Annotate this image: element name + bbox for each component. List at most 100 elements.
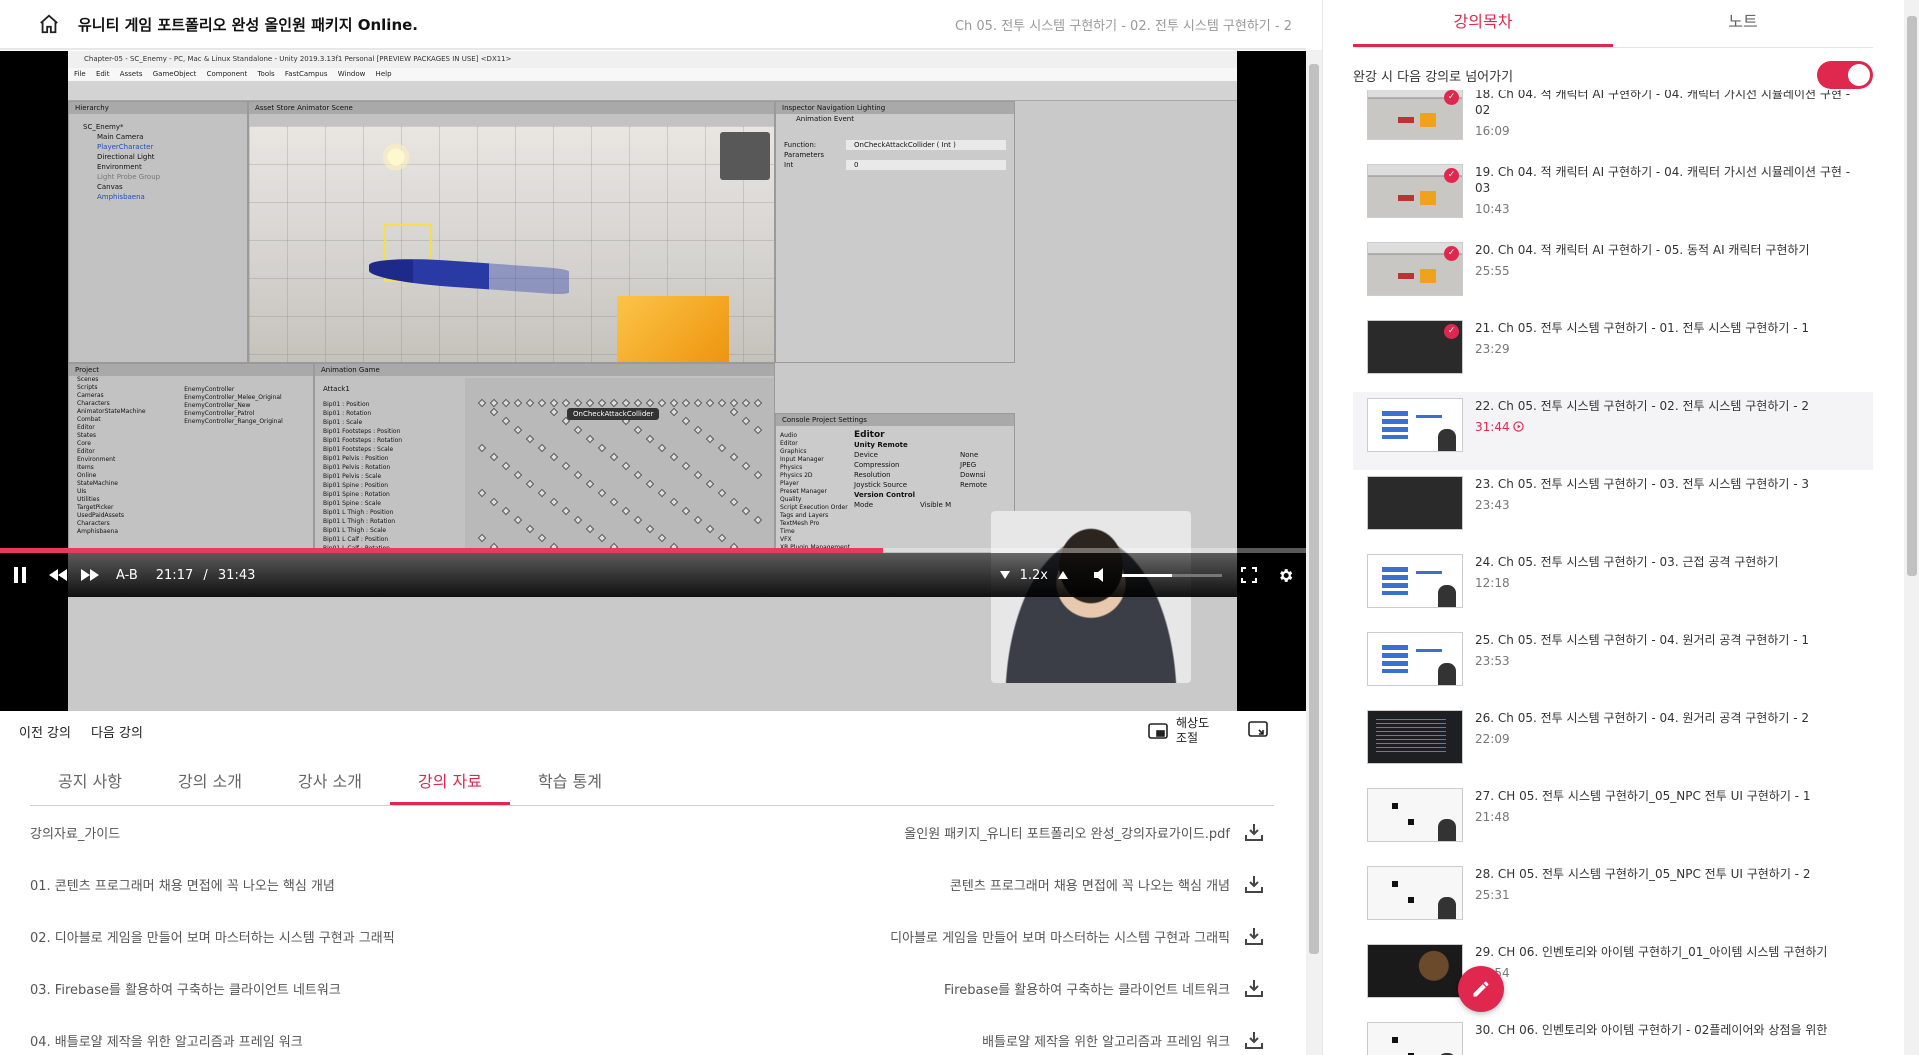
keyframe [513,398,523,408]
top-bar: 유니티 게임 포트폴리오 완성 올인원 패키지 Online. Ch 05. 전… [0,0,1306,50]
material-file-link[interactable]: 올인원 패키지_유니티 포트폴리오 완성_강의자료가이드.pdf [904,823,1230,842]
keyframe [633,515,643,525]
sidebar: 강의목차 노트 완강 시 다음 강의로 넘어가기 ✓ 18. Ch 04. 적 캐… [1322,0,1919,1055]
playback-speed: 1.2x [1019,567,1048,583]
pause-button[interactable] [10,565,30,585]
download-button[interactable] [1242,820,1266,844]
keyframe [693,470,703,480]
material-file-link[interactable]: 디아블로 게임을 만들어 보며 마스터하는 시스템 구현과 그래픽 [890,927,1230,946]
download-button[interactable] [1242,976,1266,1000]
lecture-item[interactable]: 27. CH 05. 전투 시스템 구현하기_05_NPC 전투 UI 구현하기… [1353,782,1873,860]
project-folder-list: Scenes Scripts Cameras Characters AnimatorSt… [69,376,176,536]
download-button[interactable] [1242,1028,1266,1052]
keyframe [561,398,571,408]
tab-toc[interactable]: 강의목차 [1353,0,1613,47]
lecture-item[interactable]: 28. CH 05. 전투 시스템 구현하기_05_NPC 전투 UI 구현하기… [1353,860,1873,938]
video-player[interactable]: Chapter-05 - SC_Enemy - PC, Mac & Linux … [0,51,1306,711]
settings-item: Preset Manager [780,488,827,495]
keyframe [561,506,571,516]
lecture-item[interactable]: 22. Ch 05. 전투 시스템 구현하기 - 02. 전투 시스템 구현하기… [1353,392,1873,470]
keyframe [513,425,523,435]
game-graphic [1368,945,1462,997]
tab-note[interactable]: 노트 [1613,0,1873,47]
autonext-toggle[interactable] [1817,61,1873,89]
check-icon: ✓ [1444,246,1459,261]
main-scrollbar[interactable] [1306,50,1322,1055]
lecture-item[interactable]: ✓ 19. Ch 04. 적 캐릭터 AI 구현하기 - 04. 캐릭터 가시선 … [1353,158,1873,236]
sidebar-scrollbar[interactable] [1904,0,1919,1055]
keyframe [729,452,739,462]
wide-mode-button[interactable] [1248,721,1268,741]
wide-mode-icon [1248,721,1268,737]
diagram-graphic [1408,819,1414,825]
volume-slider[interactable] [1122,573,1222,577]
download-button[interactable] [1242,924,1266,948]
lecture-item[interactable]: 23. Ch 05. 전투 시스템 구현하기 - 03. 전투 시스템 구현하기… [1353,470,1873,548]
volume-button[interactable] [1092,568,1112,582]
settings-item: Tags and Layers [780,512,829,519]
material-file-link[interactable]: 배틀로얄 제작을 위한 알고리즘과 프레임 워크 [982,1031,1230,1050]
project-folder: Online [77,472,97,479]
home-button[interactable] [34,9,64,39]
diagram-graphic [1392,803,1398,809]
settings-button[interactable] [1274,567,1296,584]
forward-button[interactable] [80,565,100,585]
unity-graphic [1398,117,1414,123]
lecture-list: ✓ 18. Ch 04. 적 캐릭터 AI 구현하기 - 04. 캐릭터 가시선 … [1353,90,1873,1055]
lecture-duration-text: 25:55 [1475,264,1510,278]
unity-menubar: File Edit Assets GameObject Component To… [68,68,1237,81]
material-row: 02. 디아블로 게임을 만들어 보며 마스터하는 시스템 구현과 그래픽 디아블… [30,910,1274,962]
prev-lecture-button[interactable]: 이전 강의 [19,722,71,741]
keyframe [525,434,535,444]
animation-track: Bip01 Spine : Rotation [323,491,390,498]
download-icon [1245,1032,1263,1049]
speed-down-button[interactable] [998,571,1012,579]
keyframe [753,515,763,525]
search-result: EnemyController_New [184,402,251,409]
editor-row-label: Device [854,451,878,459]
next-lecture-button[interactable]: 다음 강의 [91,722,143,741]
settings-item: Player [780,480,799,487]
inspector-function-value: OnCheckAttackCollider ( Int ) [846,140,1006,150]
lecture-item[interactable]: ✓ 18. Ch 04. 적 캐릭터 AI 구현하기 - 04. 캐릭터 가시선 … [1353,90,1873,158]
lecture-item[interactable]: 30. CH 06. 인벤토리와 아이템 구현하기 - 02플레이어와 상점을 … [1353,1016,1873,1055]
rewind-button[interactable] [48,565,68,585]
ab-repeat-button[interactable]: A-B [116,568,138,583]
slide-graphic [1382,567,1408,595]
lecture-item[interactable]: 26. Ch 05. 전투 시스템 구현하기 - 04. 원거리 공격 구현하기… [1353,704,1873,782]
lecture-duration: 22:09 [1475,732,1865,746]
project-folder: UsedPaidAssets [77,512,125,519]
lecture-item[interactable]: 24. Ch 05. 전투 시스템 구현하기 - 03. 근접 공격 구현하기 1… [1353,548,1873,626]
lecture-item[interactable]: 25. Ch 05. 전투 시스템 구현하기 - 04. 원거리 공격 구현하기… [1353,626,1873,704]
dopesheet [465,378,774,552]
inspector-tabs: Inspector Navigation Lighting [776,102,1014,114]
tab-1[interactable]: 강의 소개 [150,760,270,805]
presenter-thumb [1438,819,1456,841]
note-write-button[interactable] [1458,966,1504,1012]
material-file-link[interactable]: Firebase를 활용하여 구축하는 클라이언트 네트워크 [944,979,1230,998]
animation-track: Bip01 Footsteps : Scale [323,446,394,453]
lecture-item[interactable]: ✓ 21. Ch 05. 전투 시스템 구현하기 - 01. 전투 시스템 구현하… [1353,314,1873,392]
keyframe [741,506,751,516]
resolution-button[interactable]: 해상도 조절 [1148,716,1222,746]
tab-3[interactable]: 강의 자료 [390,760,510,805]
autonext-label: 완강 시 다음 강의로 넘어가기 [1353,69,1514,85]
lecture-item[interactable]: ✓ 20. Ch 04. 적 캐릭터 AI 구현하기 - 05. 동적 AI 캐릭… [1353,236,1873,314]
tab-0[interactable]: 공지 사항 [30,760,150,805]
lecture-item[interactable]: 29. CH 06. 인벤토리와 아이템 구현하기_01_아이템 시스템 구현하… [1353,938,1873,1016]
editor-row-value: None [960,451,979,459]
download-button[interactable] [1242,872,1266,896]
keyframe [705,398,715,408]
fullscreen-button[interactable] [1238,567,1260,583]
animation-track: Bip01 : Position [323,401,370,408]
tab-4[interactable]: 학습 통계 [510,760,630,805]
tab-2[interactable]: 강사 소개 [270,760,390,805]
main-scrollbar-thumb[interactable] [1309,64,1319,954]
animation-track: Bip01 Pelvis : Position [323,455,389,462]
sidebar-scrollbar-thumb[interactable] [1907,16,1917,576]
settings-list: Audio Editor Graphics Input Manager Physics P… [776,426,852,552]
material-file-link[interactable]: 콘텐츠 프로그래머 채용 면접에 꼭 나오는 핵심 개념 [950,875,1230,894]
keyframe [657,398,667,408]
lecture-thumbnail [1367,554,1463,608]
speed-up-button[interactable] [1056,571,1070,579]
